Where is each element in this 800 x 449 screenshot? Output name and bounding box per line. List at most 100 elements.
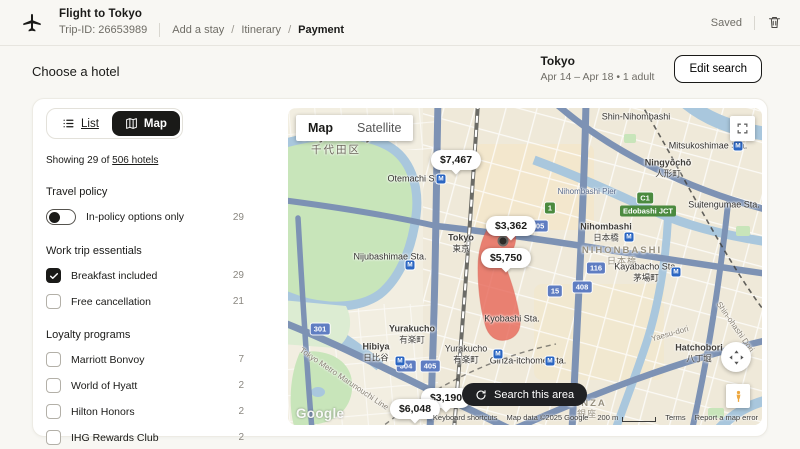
report-map-error-link[interactable]: Report a map error — [695, 413, 758, 422]
breadcrumb-item-add-a-stay[interactable]: Add a stay — [172, 24, 224, 36]
filter-row-marriott-bonvoy[interactable]: Marriott Bonvoy7 — [46, 352, 246, 367]
map-type-satellite-button[interactable]: Satellite — [345, 115, 413, 141]
terms-link[interactable]: Terms — [665, 413, 685, 422]
map-label-yaesu-dori: Yaesu-dori — [650, 324, 689, 344]
map-label-kyobashi-sta-: Kyobashi Sta. — [484, 314, 540, 325]
list-view-button[interactable]: List — [49, 111, 112, 136]
search-this-area-label: Search this area — [494, 389, 574, 401]
price-marker-pointer — [451, 165, 461, 175]
checkbox-breakfast-included[interactable] — [46, 268, 61, 283]
top-header: Flight to Tokyo Trip-ID: 26653989 Add a … — [0, 0, 800, 46]
map-label-text: Hibiya — [362, 342, 389, 353]
edit-search-button[interactable]: Edit search — [674, 55, 762, 83]
metro-station-icon: M — [406, 261, 415, 270]
map-type-map-button[interactable]: Map — [296, 115, 345, 141]
filter-row-breakfast-included[interactable]: Breakfast included29 — [46, 268, 246, 283]
route-shield-116: 116 — [587, 263, 605, 274]
pan-map-button[interactable] — [721, 342, 751, 372]
dates-occupancy-label: Apr 14 – Apr 18 • 1 adult — [540, 71, 654, 83]
map-label-yurakucho: Yurakucho有楽町 — [389, 324, 435, 345]
keyboard-shortcuts-link[interactable]: Keyboard shortcuts — [433, 413, 498, 422]
results-count: Showing 29 of 506 hotels — [46, 155, 246, 166]
filter-count: 21 — [233, 296, 246, 307]
filter-row-hilton-honors[interactable]: Hilton Honors2 — [46, 404, 246, 419]
price-marker-7467[interactable]: $7,467 — [431, 150, 481, 170]
breadcrumb-item-itinerary[interactable]: Itinerary — [241, 24, 281, 36]
street-view-pegman-button[interactable] — [726, 384, 750, 408]
filter-count: 29 — [233, 270, 246, 281]
filter-label: Free cancellation — [71, 296, 151, 308]
move-icon — [728, 349, 745, 366]
price-marker-5750[interactable]: $5,750 — [481, 248, 531, 268]
checkbox-ihg-rewards-club[interactable] — [46, 430, 61, 445]
checkbox-free-cancellation[interactable] — [46, 294, 61, 309]
breadcrumb-separator: / — [288, 24, 291, 36]
metro-station-icon: M — [734, 142, 743, 151]
map-label-sub: 千代田区 — [300, 144, 372, 157]
map-label-shin-nihombashi: Shin-Nihombashi — [602, 112, 671, 123]
google-logo: Google — [296, 406, 344, 421]
map-view-button[interactable]: Map — [112, 111, 180, 136]
filter-label: World of Hyatt — [71, 380, 137, 392]
airplane-icon — [19, 12, 45, 34]
view-toggle: List Map — [46, 108, 183, 139]
trip-id: Trip-ID: 26653989 — [59, 24, 147, 36]
metro-station-icon: M — [396, 357, 405, 366]
map-label-text: Yurakucho — [389, 324, 435, 335]
checkbox-marriott-bonvoy[interactable] — [46, 352, 61, 367]
check-icon — [49, 271, 59, 281]
results-count-prefix: Showing 29 of — [46, 155, 112, 166]
filter-row-free-cancellation[interactable]: Free cancellation 21 — [46, 294, 246, 309]
filter-row-in-policy-options-only[interactable]: In-policy options only29 — [46, 209, 246, 225]
map-label-text: Ningyōchō — [645, 158, 692, 169]
map-label-tokyo: Tokyo東京 — [448, 233, 474, 254]
saved-status: Saved — [711, 17, 742, 29]
refresh-icon — [475, 389, 487, 401]
map-label-text: Kyobashi Sta. — [484, 314, 540, 325]
map-canvas[interactable]: Chiyoda City千代田区Shin-NihombashiMitsukosh… — [288, 108, 762, 425]
price-marker-3362[interactable]: $3,362 — [486, 216, 536, 236]
search-summary: Tokyo Apr 14 – Apr 18 • 1 adult — [540, 54, 654, 83]
route-shield-301: 301 — [311, 324, 330, 335]
map-label-ningy-ch-: Ningyōchō人形町 — [645, 158, 692, 179]
checkbox-hilton-honors[interactable] — [46, 404, 61, 419]
map-label-text: Suitengumae Sta. — [688, 200, 760, 211]
search-this-area-button[interactable]: Search this area — [462, 383, 587, 406]
map-label-text: Nihombashi — [580, 222, 632, 233]
map-label-sub: 東京 — [448, 243, 474, 253]
price-marker-pointer — [441, 403, 451, 413]
fullscreen-button[interactable] — [730, 116, 755, 141]
map-overlay: Chiyoda City千代田区Shin-NihombashiMitsukosh… — [288, 108, 762, 425]
map-scale-bar: 200 m — [597, 413, 656, 422]
map-label-text: Yaesu-dori — [650, 324, 689, 344]
divider — [754, 16, 755, 30]
price-marker-pointer — [501, 263, 511, 273]
breadcrumb-item-payment[interactable]: Payment — [298, 24, 344, 36]
map-label-suitengumae-sta-: Suitengumae Sta. — [688, 200, 760, 211]
trash-icon[interactable] — [767, 15, 782, 30]
map-label-hatchobori: Hatchobori八丁堀 — [675, 343, 723, 364]
map-label-text: NIHONBASHI — [582, 245, 662, 256]
results-count-link[interactable]: 506 hotels — [112, 155, 158, 166]
map-label-nijubashimae-sta-: Nijubashimae Sta. — [353, 252, 426, 263]
checkbox-world-of-hyatt[interactable] — [46, 378, 61, 393]
filter-count: 2 — [238, 432, 246, 443]
map-label-text: Kayabacho Sta. — [614, 262, 678, 273]
filter-section-title: Work trip essentials — [46, 245, 246, 257]
pegman-icon — [732, 390, 745, 403]
map-label-sub: 日比谷 — [362, 352, 389, 362]
filter-label: In-policy options only — [86, 211, 184, 223]
map-label-sub: 茅場町 — [614, 272, 678, 282]
map-label-hibiya: Hibiya日比谷 — [362, 342, 389, 363]
filter-row-world-of-hyatt[interactable]: World of Hyatt2 — [46, 378, 246, 393]
filter-label: IHG Rewards Club — [71, 432, 159, 444]
map-type-control: Map Satellite — [296, 115, 413, 141]
page-title: Choose a hotel — [32, 64, 119, 79]
policy-toggle[interactable] — [46, 209, 76, 225]
map-label-text: Hatchobori — [675, 343, 723, 354]
filter-row-ihg-rewards-club[interactable]: IHG Rewards Club 2 — [46, 430, 246, 445]
route-shield-15: 15 — [548, 286, 562, 297]
scale-label: 200 m — [597, 413, 618, 422]
map-attribution: Keyboard shortcuts Map data ©2025 Google… — [433, 413, 758, 422]
metro-station-icon: M — [625, 233, 634, 242]
